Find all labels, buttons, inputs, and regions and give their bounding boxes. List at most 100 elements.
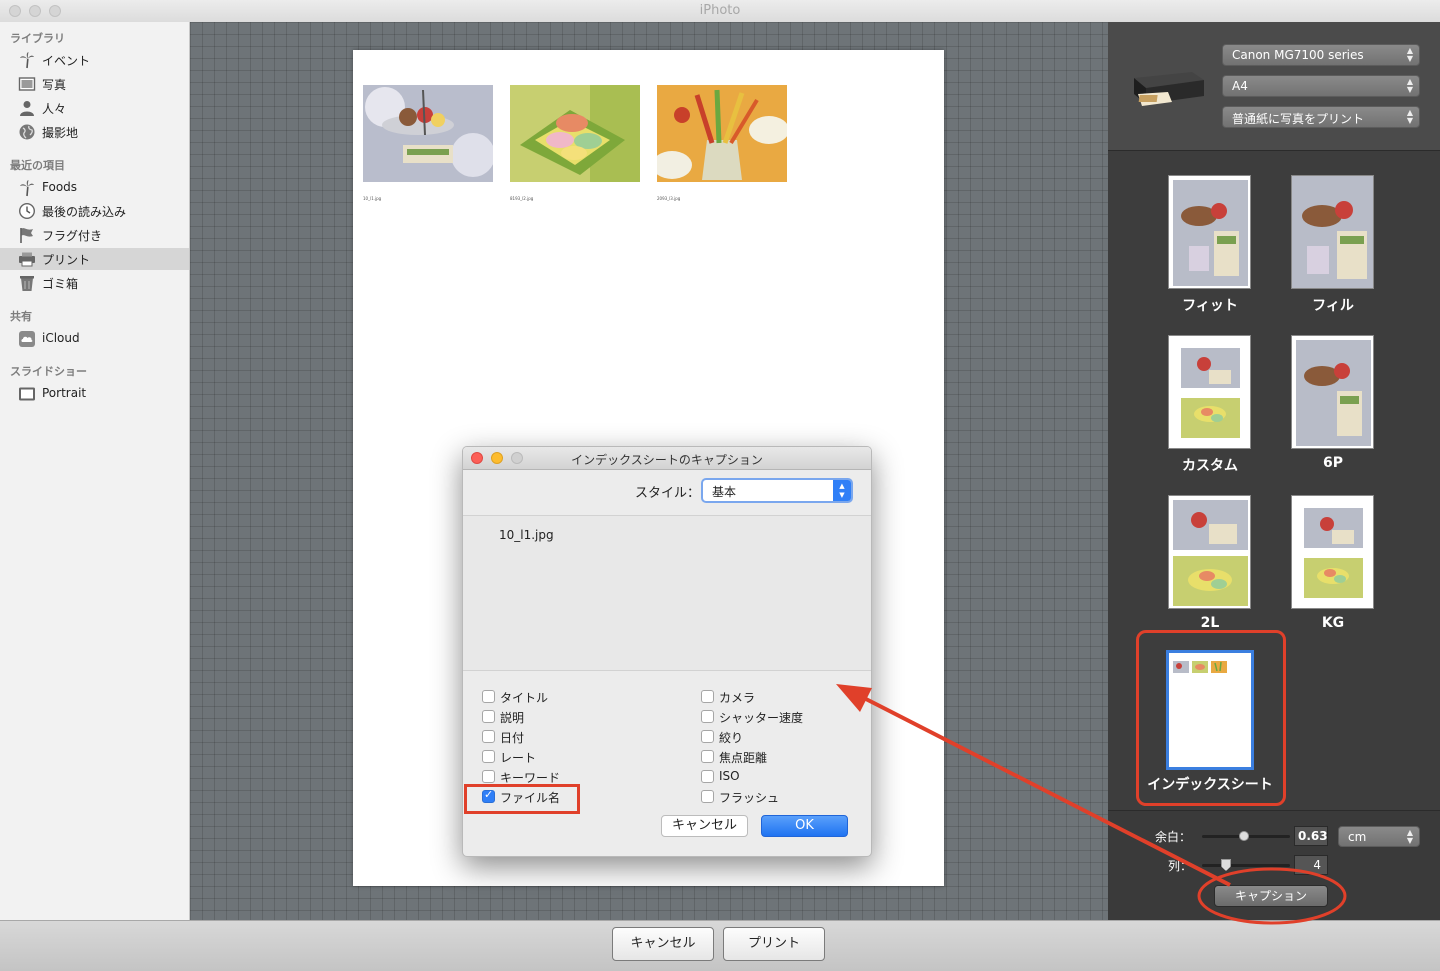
- sidebar-item-label: 人々: [42, 102, 67, 116]
- photo-thumbnail-vegetables[interactable]: [657, 85, 787, 182]
- sidebar-item-people[interactable]: 人々: [0, 97, 189, 119]
- checkbox[interactable]: [482, 770, 495, 783]
- popup-arrows-icon: ▲ ▼: [1406, 46, 1413, 63]
- sidebar-item-icloud[interactable]: iCloud: [0, 328, 189, 350]
- sidebar-item-places[interactable]: 撮影地: [0, 121, 189, 143]
- window-title: iPhoto: [699, 3, 741, 18]
- sidebar-item-label: フラグ付き: [42, 229, 103, 243]
- option-label: 説明: [500, 711, 525, 725]
- margin-unit-select[interactable]: cm ▲ ▼: [1338, 826, 1420, 847]
- popup-arrows-icon: ▲ ▼: [1406, 77, 1413, 94]
- sidebar-item-label: 写真: [42, 78, 67, 92]
- caption-preview-area: 10_l1.jpg: [463, 516, 871, 670]
- option-label: レート: [500, 751, 537, 765]
- photo-thumbnail-tea-stand[interactable]: [363, 85, 493, 182]
- option-label: 日付: [500, 731, 525, 745]
- layout-option-kg[interactable]: KG: [1273, 495, 1393, 645]
- annotation-highlight-index-sheet: [1136, 630, 1286, 806]
- sidebar-item-label: プリント: [42, 253, 91, 267]
- sidebar-item-last-import[interactable]: 最後の読み込み: [0, 200, 189, 222]
- annotation-highlight-filename: [464, 784, 580, 814]
- checkbox[interactable]: [701, 750, 714, 763]
- sidebar-item-foods[interactable]: Foods: [0, 177, 189, 199]
- layout-option-custom[interactable]: カスタム: [1150, 335, 1270, 485]
- trash-icon: [20, 276, 34, 291]
- checkbox[interactable]: [701, 690, 714, 703]
- checkbox[interactable]: [482, 750, 495, 763]
- layout-preview: [1291, 175, 1374, 289]
- printer-select-value: Canon MG7100 series: [1232, 48, 1364, 62]
- photo-caption: 10_l1.jpg: [363, 196, 382, 201]
- popup-arrows-icon: ▲ ▼: [833, 480, 851, 501]
- caption-button[interactable]: キャプション: [1214, 885, 1328, 907]
- sidebar-item-label: 最後の読み込み: [42, 205, 127, 219]
- margin-value-field[interactable]: 0.63: [1294, 826, 1328, 846]
- columns-value-field[interactable]: 4: [1294, 855, 1328, 875]
- dialog-cancel-button[interactable]: キャンセル: [661, 815, 748, 837]
- clock-icon: [18, 202, 36, 220]
- sidebar-item-label: iCloud: [42, 331, 80, 345]
- layout-preview: [1291, 495, 1374, 609]
- dialog-ok-button[interactable]: OK: [761, 815, 848, 837]
- divider: [463, 670, 871, 671]
- sidebar-item-label: Portrait: [42, 386, 87, 400]
- columns-label: 列：: [1168, 859, 1193, 873]
- layout-label: 2L: [1200, 615, 1220, 631]
- photo-thumbnail-macarons[interactable]: [510, 85, 640, 182]
- layout-option-6p[interactable]: 6P: [1273, 335, 1393, 485]
- layout-label: 6P: [1322, 455, 1343, 471]
- sidebar-section-library: ライブラリ: [10, 32, 65, 45]
- layout-preview: [1291, 335, 1374, 449]
- sidebar-item-label: イベント: [42, 54, 91, 68]
- style-label: スタイル：: [635, 486, 701, 501]
- checkbox[interactable]: [482, 690, 495, 703]
- photo-caption: 2093_l3.jpg: [657, 196, 681, 201]
- layout-label: KG: [1321, 615, 1345, 631]
- sidebar-item-photos[interactable]: 写真: [0, 73, 189, 95]
- printer-icon: [19, 252, 35, 267]
- layout-preview: [1168, 175, 1251, 289]
- option-label: 絞り: [719, 731, 744, 745]
- columns-slider-track[interactable]: [1202, 864, 1290, 867]
- sidebar-section-recent: 最近の項目: [10, 159, 65, 172]
- sidebar-item-trash[interactable]: ゴミ箱: [0, 272, 189, 294]
- paper-size-select[interactable]: A4 ▲ ▼: [1222, 75, 1420, 97]
- print-preset-value: 普通紙に写真をプリント: [1232, 112, 1365, 126]
- printer-select[interactable]: Canon MG7100 series ▲ ▼: [1222, 44, 1420, 66]
- paper-size-value: A4: [1232, 79, 1248, 93]
- photo-icon: [18, 77, 36, 91]
- checkbox[interactable]: [701, 770, 714, 783]
- globe-icon: [19, 124, 35, 140]
- person-icon: [20, 101, 34, 116]
- slideshow-icon: [19, 387, 35, 401]
- checkbox[interactable]: [701, 710, 714, 723]
- flag-icon: [20, 228, 33, 243]
- bottom-toolbar: キャンセル プリント: [0, 920, 1440, 971]
- layout-option-2l[interactable]: 2L: [1150, 495, 1270, 645]
- print-preset-select[interactable]: 普通紙に写真をプリント ▲ ▼: [1222, 106, 1420, 128]
- style-select[interactable]: 基本 ▲ ▼: [701, 478, 853, 503]
- sidebar-item-portrait[interactable]: Portrait: [0, 383, 189, 405]
- checkbox[interactable]: [482, 730, 495, 743]
- sidebar-item-print[interactable]: プリント: [0, 248, 189, 270]
- print-button[interactable]: プリント: [723, 927, 825, 961]
- layout-label: フィル: [1312, 298, 1354, 314]
- layout-option-fill[interactable]: フィル: [1273, 175, 1393, 325]
- option-label: ISO: [719, 769, 740, 783]
- margin-label: 余白：: [1155, 830, 1192, 844]
- margin-slider-thumb[interactable]: [1239, 831, 1249, 841]
- cancel-print-button[interactable]: キャンセル: [612, 927, 714, 961]
- checkbox[interactable]: [482, 710, 495, 723]
- cloud-icon: [19, 331, 35, 347]
- palm-tree-icon: [20, 180, 34, 197]
- sidebar-item-events[interactable]: イベント: [0, 49, 189, 71]
- printer-icon: [1134, 72, 1204, 106]
- checkbox[interactable]: [701, 730, 714, 743]
- popup-arrows-icon: ▲ ▼: [1406, 108, 1413, 125]
- option-label: フラッシュ: [719, 791, 780, 805]
- checkbox[interactable]: [701, 790, 714, 803]
- layout-label: カスタム: [1182, 458, 1238, 474]
- sidebar-item-flagged[interactable]: フラグ付き: [0, 224, 189, 246]
- style-select-value: 基本: [712, 485, 737, 499]
- layout-option-fit[interactable]: フィット: [1150, 175, 1270, 325]
